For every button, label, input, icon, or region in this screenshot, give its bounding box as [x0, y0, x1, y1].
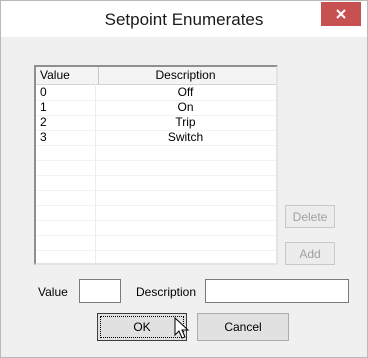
grid-line [36, 190, 276, 191]
list-row[interactable]: 3 Switch [36, 130, 276, 145]
list-row[interactable]: 1 On [36, 100, 276, 115]
list-row[interactable]: 0 Off [36, 85, 276, 100]
cancel-button[interactable]: Cancel [197, 313, 289, 341]
close-icon [336, 9, 346, 19]
list-header: Value Description [36, 67, 276, 85]
column-header-value[interactable]: Value [36, 67, 99, 84]
enumerate-list[interactable]: Value Description 0 Off 1 On 2 Trip 3 Sw… [34, 65, 278, 265]
dialog-window: Setpoint Enumerates Value Description 0 … [0, 0, 368, 358]
delete-button[interactable]: Delete [285, 205, 335, 228]
row-value: 3 [40, 130, 47, 144]
row-value: 2 [40, 115, 47, 129]
title-bar[interactable]: Setpoint Enumerates [1, 1, 367, 37]
row-value: 0 [40, 85, 47, 99]
close-button[interactable] [321, 2, 361, 26]
row-description: On [177, 100, 194, 114]
value-input[interactable] [79, 279, 121, 303]
grid-line [36, 175, 276, 176]
mouse-cursor-icon [174, 317, 190, 339]
row-description: Off [177, 85, 194, 99]
column-header-description[interactable]: Description [95, 67, 276, 84]
row-description: Trip [175, 115, 196, 129]
grid-line [36, 145, 276, 146]
grid-line [36, 205, 276, 206]
value-label: Value [38, 285, 68, 299]
grid-line [36, 160, 276, 161]
window-title: Setpoint Enumerates [104, 10, 264, 29]
row-value: 1 [40, 100, 47, 114]
grid-line [36, 235, 276, 236]
grid-line [36, 220, 276, 221]
row-description: Switch [167, 130, 204, 144]
description-input[interactable] [205, 279, 349, 303]
grid-line [36, 250, 276, 251]
description-label: Description [136, 285, 197, 299]
add-button[interactable]: Add [285, 242, 335, 265]
list-row[interactable]: 2 Trip [36, 115, 276, 130]
